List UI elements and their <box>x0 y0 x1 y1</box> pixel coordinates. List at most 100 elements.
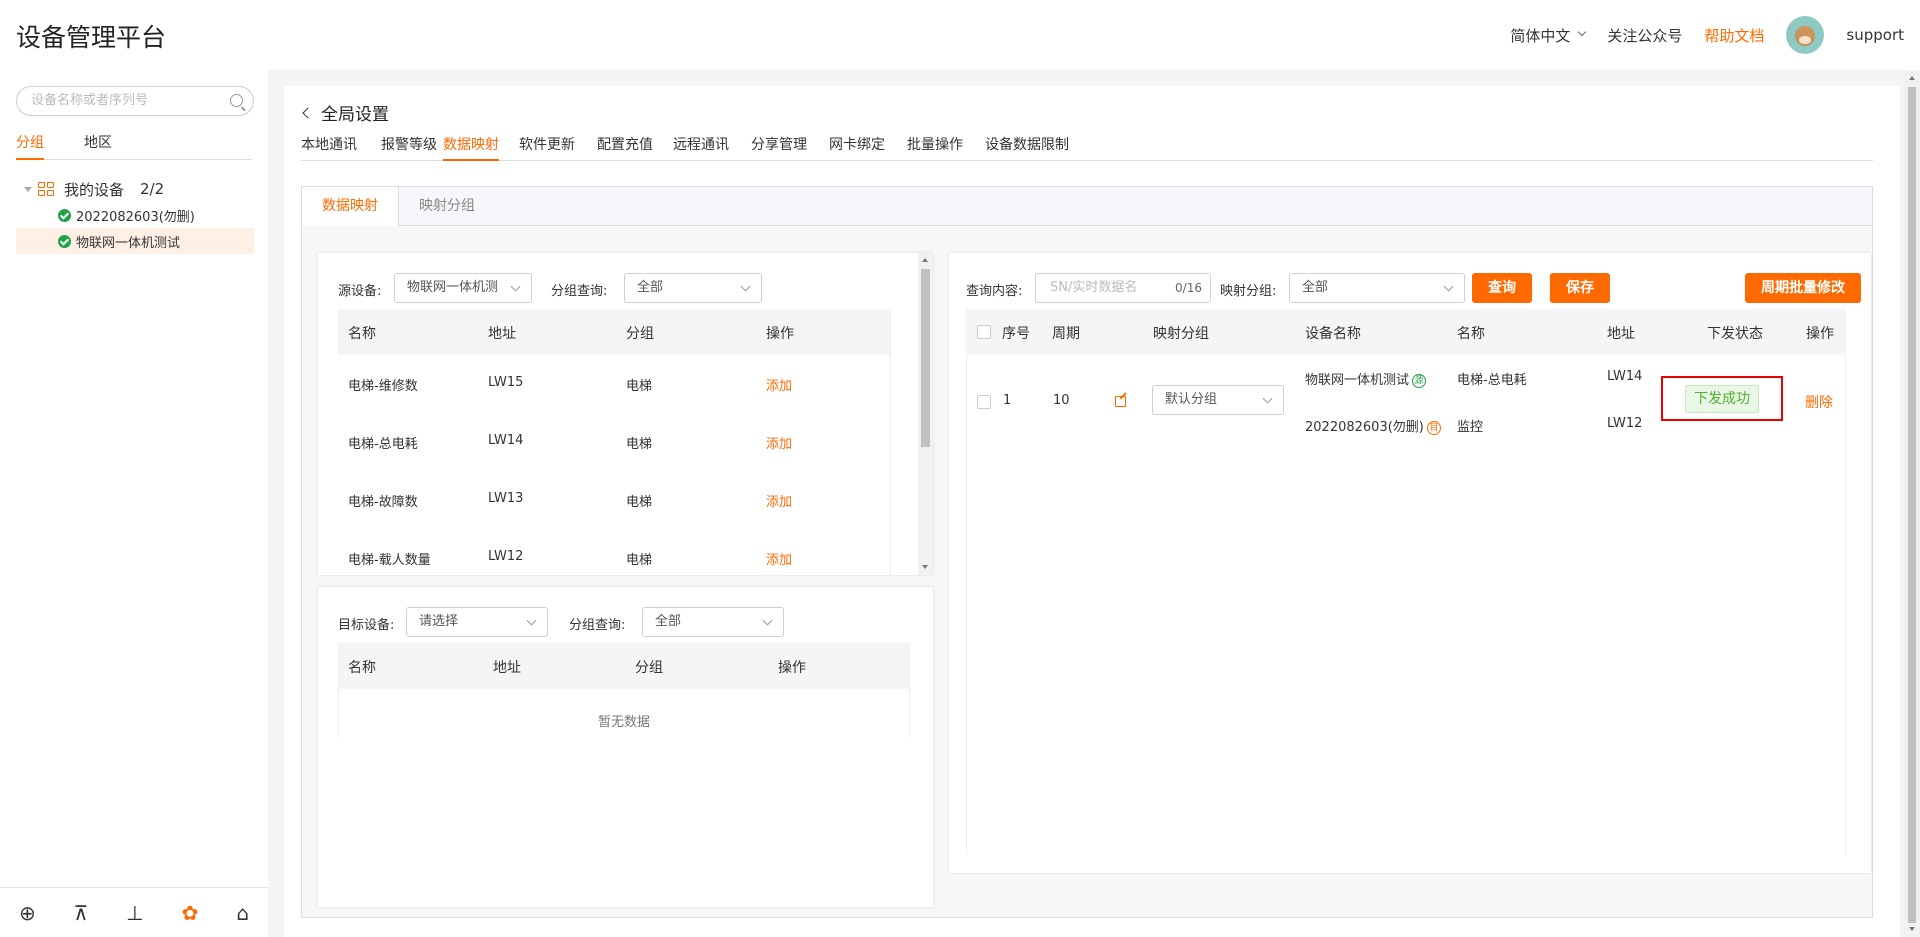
tree-item-device-1[interactable]: 2022082603(勿删) <box>16 202 254 228</box>
cell-group: 电梯 <box>626 553 653 568</box>
target-group-label: 分组查询: <box>569 618 626 633</box>
target-device-card: 目标设备: 请选择 分组查询: 全部 名称 地址 分组 操作 暂无数据 <box>318 587 933 907</box>
chart-icon[interactable]: ⊥ <box>126 901 143 925</box>
source-device-value: 物联网一体机测 <box>407 280 499 295</box>
target-device-value: 请选择 <box>419 614 459 629</box>
mapping-group-value: 全部 <box>1302 280 1329 295</box>
source-group-select[interactable]: 全部 <box>624 273 762 303</box>
scroll-thumb[interactable] <box>921 269 930 447</box>
tab-alarm-level[interactable]: 报警等级 <box>381 134 437 154</box>
tab-data-mapping[interactable]: 数据映射 <box>443 134 499 154</box>
target-group-select[interactable]: 全部 <box>642 607 784 637</box>
table-row: 电梯-维修数 LW15 电梯 添加 <box>338 355 890 413</box>
subtab-data-mapping[interactable]: 数据映射 <box>302 187 399 226</box>
page-scroll-thumb[interactable] <box>1908 87 1916 923</box>
scroll-up-icon[interactable] <box>922 258 928 262</box>
sidebar-tabs: 分组 地区 <box>16 130 252 160</box>
col-action: 操作 <box>778 660 806 676</box>
tab-group[interactable]: 分组 <box>16 132 44 152</box>
header-right: 简体中文 关注公众号 帮助文档 support <box>1510 0 1920 70</box>
mapping-group-select[interactable]: 全部 <box>1289 273 1465 303</box>
status-badge: 下发成功 <box>1685 385 1759 413</box>
table-row: 电梯-载人数量 LW12 电梯 添加 <box>338 529 890 575</box>
device-name: 2022082603(勿删) <box>76 209 195 225</box>
scroll-up-icon[interactable] <box>1909 76 1915 80</box>
source-group-value: 全部 <box>637 280 664 295</box>
source-device-name: 物联网一体机测试 <box>1305 373 1410 388</box>
target-badge-icon: 目 <box>1426 420 1441 435</box>
cell-name: 电梯-维修数 <box>348 379 418 394</box>
tab-region[interactable]: 地区 <box>84 132 112 152</box>
source-badge-icon: 源 <box>1412 373 1427 388</box>
target-data-name: 监控 <box>1457 420 1484 435</box>
caret-down-icon[interactable] <box>24 186 32 192</box>
batch-period-button[interactable]: 周期批量修改 <box>1745 273 1861 303</box>
language-select[interactable]: 简体中文 <box>1510 25 1587 46</box>
tab-batch-ops[interactable]: 批量操作 <box>907 134 963 154</box>
tab-nic-binding[interactable]: 网卡绑定 <box>829 134 885 154</box>
tab-recharge[interactable]: 配置充值 <box>597 134 653 154</box>
home-icon[interactable]: ⌂ <box>236 901 249 925</box>
tree-item-device-2[interactable]: 物联网一体机测试 <box>16 228 254 254</box>
select-all-checkbox[interactable] <box>977 325 991 339</box>
query-input[interactable]: SN/实时数据名 0/16 <box>1035 273 1211 303</box>
cell-address: LW12 <box>488 549 524 564</box>
scroll-down-icon[interactable] <box>1909 927 1915 931</box>
add-link[interactable]: 添加 <box>766 433 792 452</box>
add-link[interactable]: 添加 <box>766 375 792 394</box>
tab-local-comm[interactable]: 本地通讯 <box>301 134 357 154</box>
target-table-header: 名称 地址 分组 操作 <box>338 643 910 689</box>
online-check-icon <box>58 234 71 248</box>
search-icon[interactable] <box>230 94 243 107</box>
cell-name: 电梯-载人数量 <box>348 553 431 568</box>
tab-share[interactable]: 分享管理 <box>751 134 807 154</box>
source-device-cell: 物联网一体机测试源 <box>1305 369 1427 388</box>
query-label: 查询内容: <box>966 284 1023 299</box>
row-group-select[interactable]: 默认分组 <box>1152 385 1284 415</box>
top-header: 设备管理平台 简体中文 关注公众号 帮助文档 support <box>0 0 1920 70</box>
col-address: 地址 <box>488 326 516 342</box>
search-placeholder: 设备名称或者序列号 <box>31 93 149 108</box>
col-status: 下发状态 <box>1707 326 1763 342</box>
help-docs-link[interactable]: 帮助文档 <box>1704 25 1764 46</box>
query-button[interactable]: 查询 <box>1472 273 1532 303</box>
target-device-select[interactable]: 请选择 <box>406 607 548 637</box>
edit-period-icon[interactable] <box>1115 396 1126 407</box>
source-scrollbar[interactable] <box>918 253 933 575</box>
sidebar-bottom-bar: ⊕ ⊼ ⊥ ✿ ⌂ <box>0 887 268 937</box>
cell-address: LW14 <box>488 433 524 448</box>
delete-link[interactable]: 删除 <box>1805 392 1833 412</box>
main-content: 全局设置 本地通讯 报警等级 数据映射 软件更新 配置充值 远程通讯 分享管理 … <box>284 86 1900 937</box>
target-address: LW12 <box>1607 416 1643 431</box>
subtab-mapping-group[interactable]: 映射分组 <box>399 187 495 226</box>
device-tree: 我的设备 2/2 2022082603(勿删) 物联网一体机测试 <box>16 176 254 254</box>
back-button[interactable]: 全局设置 <box>304 100 389 125</box>
org-tree-icon[interactable]: ⊼ <box>74 901 89 925</box>
tree-root[interactable]: 我的设备 2/2 <box>16 176 254 202</box>
target-device-cell: 2022082603(勿删) 目 <box>1305 416 1441 435</box>
cell-group: 电梯 <box>626 437 653 452</box>
tab-data-limit[interactable]: 设备数据限制 <box>985 134 1069 154</box>
save-button[interactable]: 保存 <box>1550 273 1610 303</box>
mapping-group-label: 映射分组: <box>1220 284 1277 299</box>
tab-software-update[interactable]: 软件更新 <box>519 134 575 154</box>
gear-icon[interactable]: ✿ <box>182 901 199 925</box>
row-checkbox[interactable] <box>977 395 991 409</box>
device-search-input[interactable]: 设备名称或者序列号 <box>16 86 254 116</box>
table-border <box>338 689 339 737</box>
scroll-down-icon[interactable] <box>922 565 928 569</box>
source-device-select[interactable]: 物联网一体机测 <box>394 273 532 303</box>
table-row: 电梯-故障数 LW13 电梯 添加 <box>338 471 890 529</box>
page-scrollbar[interactable] <box>1904 70 1920 937</box>
tab-remote-comm[interactable]: 远程通讯 <box>673 134 729 154</box>
table-border <box>890 309 891 575</box>
add-link[interactable]: 添加 <box>766 549 792 568</box>
app-title: 设备管理平台 <box>16 23 167 52</box>
add-link[interactable]: 添加 <box>766 491 792 510</box>
avatar[interactable] <box>1786 16 1825 54</box>
follow-link[interactable]: 关注公众号 <box>1607 25 1682 46</box>
cell-name: 电梯-总电耗 <box>348 437 418 452</box>
col-group: 分组 <box>635 660 663 676</box>
username[interactable]: support <box>1846 26 1904 44</box>
add-icon[interactable]: ⊕ <box>19 901 36 925</box>
